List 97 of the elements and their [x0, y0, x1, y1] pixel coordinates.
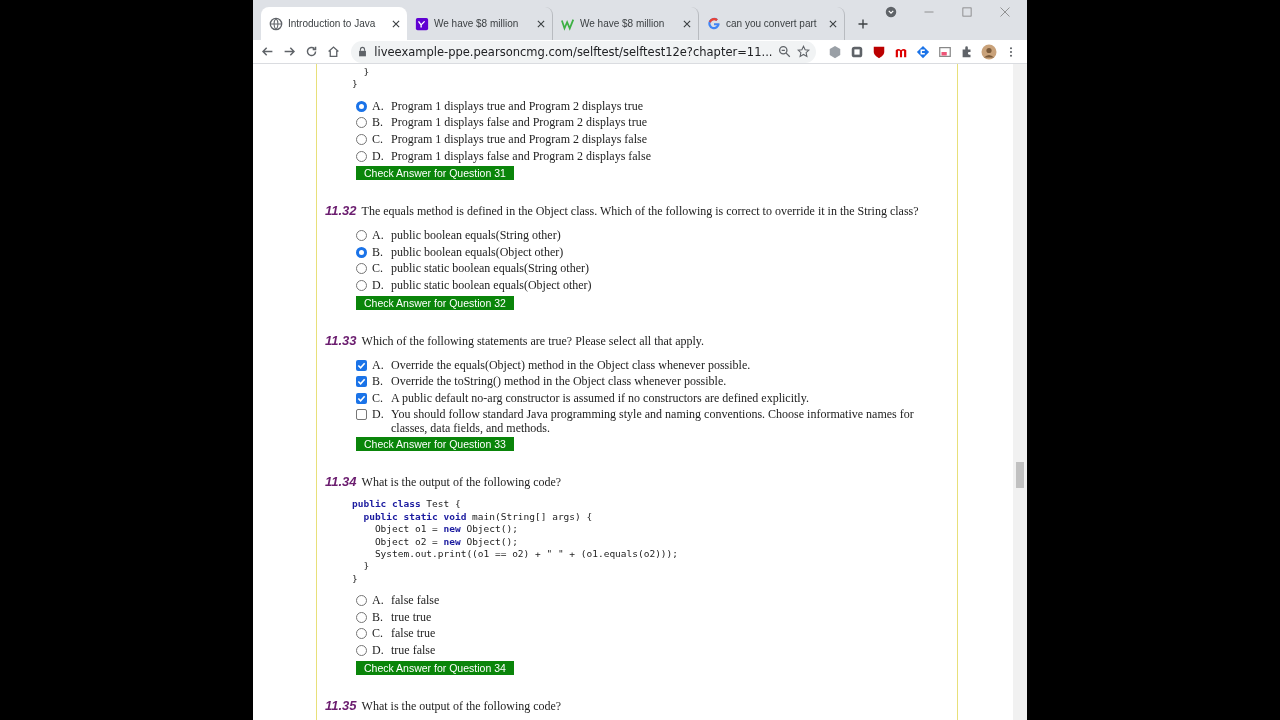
check-answer-button[interactable]: Check Answer for Question 31	[356, 166, 514, 181]
forward-arrow-icon	[282, 45, 296, 58]
code-line: Object o1 = new Object();	[373, 523, 519, 536]
avatar-icon	[980, 43, 997, 60]
option-text: Program 1 displays true and Program 2 displays true	[391, 97, 644, 114]
yahoo-favicon-icon	[415, 16, 429, 31]
home-icon	[326, 45, 340, 58]
option-text: public static boolean equals(String other)	[391, 260, 590, 276]
check-answer-button[interactable]: Check Answer for Question 32	[356, 295, 514, 310]
caret-icon	[885, 6, 897, 18]
diamond-icon	[915, 44, 930, 59]
zoom-icon	[778, 45, 792, 58]
option-letter: B.	[372, 608, 384, 626]
option-letter: D.	[372, 641, 385, 659]
radio-button[interactable]	[356, 595, 367, 607]
code-line: Object o2 = new Object();	[373, 535, 519, 548]
code-line: }	[362, 66, 371, 79]
close-icon	[391, 18, 401, 29]
lock-icon	[357, 46, 369, 57]
code-line: public class Test {	[352, 498, 462, 511]
radio-button[interactable]	[356, 611, 367, 623]
option-text: true false	[391, 641, 437, 658]
scrollbar[interactable]	[1013, 64, 1027, 720]
option-letter: A.	[372, 227, 385, 244]
option-text: false false	[391, 592, 441, 608]
code-line: System.out.print((o1 == o2) + " " + (o1.equals(o2)));	[373, 547, 679, 561]
question-number: 11.34	[325, 474, 357, 490]
code-line: }	[352, 78, 359, 91]
option-letter: C.	[372, 625, 384, 642]
option-text: true true	[391, 608, 433, 625]
radio-button[interactable]	[356, 644, 367, 656]
option-letter: A.	[372, 356, 385, 374]
check-answer-button[interactable]: Check Answer for Question 33	[356, 437, 514, 452]
question-number: 11.35	[325, 697, 357, 713]
checkbox[interactable]	[356, 359, 367, 371]
code-line: }	[352, 572, 359, 586]
question-text: The equals method is defined in the Object class. Which of the following is correct to override it in the String class?	[361, 204, 919, 220]
option-text: Program 1 displays true and Program 2 displays false	[391, 131, 648, 147]
option-letter: D.	[372, 147, 385, 165]
checkbox[interactable]	[356, 392, 367, 404]
option-text: A public default no-arg constructor is assumed if no constructors are defined explicitly.	[391, 389, 810, 406]
code-line: public static void main(String[] args) {	[362, 510, 594, 524]
checkbox[interactable]	[356, 376, 367, 388]
option-letter: D.	[372, 406, 385, 423]
option-text: public static boolean equals(Object other)	[391, 276, 593, 293]
question-number: 11.33	[325, 332, 357, 348]
plus-icon	[857, 18, 869, 30]
radio-button[interactable]	[356, 279, 367, 291]
radio-button[interactable]	[356, 628, 367, 640]
option-letter: A.	[372, 97, 385, 115]
option-letter: C.	[372, 260, 384, 277]
radio-button[interactable]	[356, 230, 367, 242]
chip-icon	[849, 44, 864, 59]
option-text: Override the equals(Object) method in the Object class whenever possible.	[391, 356, 752, 373]
option-text: public boolean equals(String other)	[391, 227, 562, 243]
option-letter: A.	[372, 592, 385, 609]
option-text: false true	[391, 625, 437, 641]
question-number: 11.32	[325, 203, 357, 219]
option-text: public boolean equals(Object other)	[391, 243, 565, 260]
shield-icon	[871, 44, 886, 59]
option-text: Override the toString() method in the Object class whenever possible.	[391, 373, 728, 389]
question-text: What is the output of the following code?	[361, 475, 562, 491]
radio-button[interactable]	[356, 100, 367, 112]
radio-button[interactable]	[356, 134, 367, 145]
option-text: Program 1 displays false and Program 2 displays true	[391, 114, 648, 130]
back-arrow-icon	[260, 45, 274, 58]
option-letter: C.	[372, 131, 384, 148]
address-bar[interactable]: liveexample-ppe.pearsoncmg.com/selftest/selftest12e?chapter=11...	[351, 40, 817, 63]
google-favicon-icon	[707, 16, 721, 31]
option-letter: B.	[372, 114, 384, 131]
option-letter: D.	[372, 276, 385, 294]
option-letter: B.	[372, 373, 384, 390]
code-line: }	[362, 560, 371, 573]
option-letter: B.	[372, 243, 384, 261]
globe-icon	[269, 16, 283, 31]
cube-icon	[827, 44, 842, 59]
window-icon	[937, 44, 952, 59]
star-icon	[797, 45, 811, 58]
close-icon	[828, 18, 838, 29]
check-answer-button[interactable]: Check Answer for Question 34	[356, 660, 514, 675]
option-text: You should follow standard Java programming style and naming conventions. Choose informative names for classes, data fields, and methods.	[391, 406, 915, 436]
question-text: What is the output of the following code?	[361, 698, 562, 714]
checkbox[interactable]	[356, 409, 367, 421]
option-text: Program 1 displays false and Program 2 displays false	[391, 147, 652, 164]
close-icon	[536, 18, 546, 29]
w-favicon-icon	[561, 16, 575, 31]
close-icon	[682, 18, 692, 29]
radio-button[interactable]	[356, 263, 367, 275]
radio-button[interactable]	[356, 150, 367, 162]
radio-button[interactable]	[356, 246, 367, 258]
option-letter: C.	[372, 389, 384, 407]
maximize-icon	[961, 6, 973, 18]
browser-tab[interactable]: Introduction to Java	[261, 7, 407, 40]
radio-button[interactable]	[356, 117, 367, 129]
question-text: Which of the following statements are true? Please select all that apply.	[361, 333, 704, 349]
close-icon	[999, 6, 1011, 18]
reload-icon	[304, 45, 318, 58]
